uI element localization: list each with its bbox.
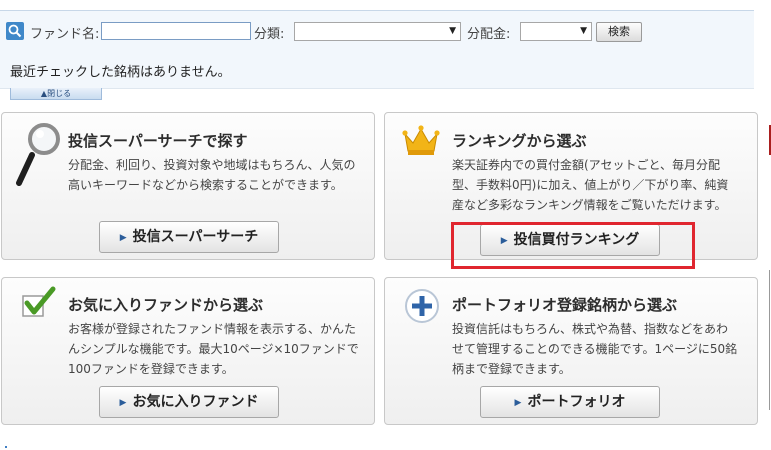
fund-name-label: ファンド名: [30,27,100,42]
dividend-label: 分配金: [467,27,511,42]
portfolio-description: 投資信託はもちろん、株式や為替、指数などをあわ せて管理することのできる機能です… [452,322,738,376]
search-button[interactable]: 検索 [596,22,642,42]
crown-icon [402,124,440,156]
chevron-down-icon: ▼ [449,26,456,36]
super-search-card: 投信スーパーサーチで探す 分配金、利回り、投資対象や地域はもちろん、人気の 高い… [1,112,375,260]
plus-circle-icon [404,288,440,324]
favorites-title: お気に入りファンドから選ぶ [68,296,264,314]
close-recent-button[interactable]: ▲閉じる [10,88,102,100]
recent-funds-panel: 最近チェックした銘柄はありません。 [0,50,754,89]
super-search-description: 分配金、利回り、投資対象や地域はもちろん、人気の 高いキーワードなどから検索する… [68,158,356,192]
fund-search-bar: ファンド名: 分類: ▼ 分配金: ▼ 検索 [0,10,754,52]
super-search-title: 投信スーパーサーチで探す [68,132,248,150]
favorites-description: お客様が登録されたファンド情報を表示する、かんた んシンプルな機能です。最大10… [68,322,359,376]
right-edge-line [769,270,770,410]
super-search-button[interactable]: ▶ 投信スーパーサーチ [99,221,279,253]
portfolio-button[interactable]: ▶ ポートフォリオ [480,386,660,418]
chevron-down-icon: ▼ [580,26,587,36]
portfolio-card: ポートフォリオ登録銘柄から選ぶ 投資信託はもちろん、株式や為替、指数などをあわ … [384,277,758,425]
ranking-highlight-box [451,222,695,269]
fund-name-input[interactable] [101,22,251,40]
bottom-dot [5,446,7,448]
checkmark-icon [20,286,56,320]
favorites-button[interactable]: ▶ お気に入りファンド [99,386,279,418]
triangle-right-icon: ▶ [514,398,522,408]
category-label: 分類: [254,27,285,42]
triangle-right-icon: ▶ [119,398,127,408]
magnifying-glass-icon [16,121,62,187]
search-icon [6,22,24,40]
ranking-description: 楽天証券内での買付金額(アセットごと、毎月分配 型、手数料0円)に加え、値上がり… [452,158,729,212]
category-select[interactable]: ▼ [294,22,461,41]
favorites-card: お気に入りファンドから選ぶ お客様が登録されたファンド情報を表示する、かんた ん… [1,277,375,425]
portfolio-title: ポートフォリオ登録銘柄から選ぶ [452,296,678,314]
recent-funds-message: 最近チェックした銘柄はありません。 [10,65,231,80]
dividend-select[interactable]: ▼ [520,22,592,41]
triangle-right-icon: ▶ [119,233,127,243]
ranking-title: ランキングから選ぶ [452,132,587,150]
